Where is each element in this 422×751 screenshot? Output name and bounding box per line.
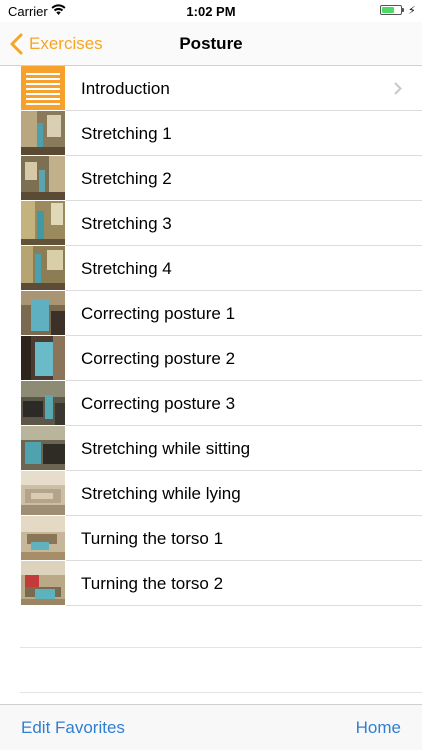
exercise-thumbnail [21, 111, 65, 155]
list-item-label: Stretching 2 [81, 168, 172, 188]
navigation-bar: Exercises Posture [0, 22, 422, 66]
chevron-right-icon [394, 82, 402, 95]
battery-icon [380, 5, 402, 15]
back-button[interactable]: Exercises [10, 22, 103, 66]
list-item-correcting-posture-3[interactable]: Correcting posture 3 [0, 381, 422, 426]
intro-list-icon [21, 66, 65, 110]
back-button-label: Exercises [29, 34, 103, 53]
list-item-label: Stretching 3 [81, 213, 172, 233]
exercise-thumbnail [21, 336, 65, 380]
exercise-thumbnail [21, 381, 65, 425]
home-button[interactable]: Home [356, 705, 401, 751]
list-item-label: Stretching 4 [81, 258, 172, 278]
exercise-list: Introduction Stretching 1 Stretching 2 S… [0, 66, 422, 606]
exercise-thumbnail [21, 291, 65, 335]
list-item-stretching-1[interactable]: Stretching 1 [0, 111, 422, 156]
exercise-thumbnail [21, 156, 65, 200]
empty-row-separator [20, 647, 422, 648]
list-item-stretching-3[interactable]: Stretching 3 [0, 201, 422, 246]
charging-bolt-icon: ⚡ [408, 5, 416, 17]
list-item-introduction[interactable]: Introduction [0, 66, 422, 111]
battery-tip [402, 8, 404, 12]
list-item-label: Correcting posture 3 [81, 393, 236, 413]
list-item-label: Stretching while lying [81, 483, 241, 503]
list-item-correcting-posture-1[interactable]: Correcting posture 1 [0, 291, 422, 336]
list-item-correcting-posture-2[interactable]: Correcting posture 2 [0, 336, 422, 381]
list-item-stretching-2[interactable]: Stretching 2 [0, 156, 422, 201]
exercise-thumbnail [21, 516, 65, 560]
empty-row-separator [20, 692, 422, 693]
exercise-thumbnail [21, 246, 65, 290]
list-item-turning-the-torso-2[interactable]: Turning the torso 2 [0, 561, 422, 606]
list-item-stretching-4[interactable]: Stretching 4 [0, 246, 422, 291]
list-item-label: Correcting posture 1 [81, 303, 236, 323]
exercise-thumbnail [21, 201, 65, 245]
exercise-thumbnail [21, 561, 65, 605]
bottom-toolbar: Edit Favorites Home [0, 704, 422, 750]
list-item-label: Stretching 1 [81, 123, 172, 143]
list-item-label: Introduction [81, 78, 170, 98]
list-item-label: Stretching while sitting [81, 438, 251, 458]
exercise-thumbnail [21, 471, 65, 515]
chevron-left-icon [10, 33, 23, 55]
list-item-label: Turning the torso 2 [81, 573, 224, 593]
edit-favorites-button[interactable]: Edit Favorites [21, 705, 125, 751]
status-bar: Carrier 1:02 PM ⚡ [0, 0, 422, 22]
exercise-thumbnail [21, 426, 65, 470]
list-item-label: Turning the torso 1 [81, 528, 224, 548]
list-item-stretching-while-lying[interactable]: Stretching while lying [0, 471, 422, 516]
list-item-turning-the-torso-1[interactable]: Turning the torso 1 [0, 516, 422, 561]
list-item-stretching-while-sitting[interactable]: Stretching while sitting [0, 426, 422, 471]
status-time: 1:02 PM [186, 4, 236, 19]
list-item-label: Correcting posture 2 [81, 348, 236, 368]
